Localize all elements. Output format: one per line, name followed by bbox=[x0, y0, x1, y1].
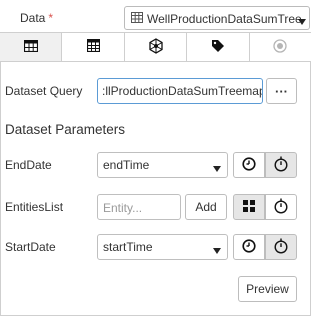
start-date-variable-button[interactable] bbox=[265, 234, 297, 260]
calculator-icon bbox=[86, 38, 100, 55]
dataset-parameters-heading: Dataset Parameters bbox=[5, 122, 126, 137]
tag-icon bbox=[211, 39, 225, 56]
clock-icon bbox=[242, 238, 256, 256]
stopwatch-icon bbox=[274, 156, 288, 175]
caret-down-icon bbox=[298, 14, 306, 28]
end-date-clock-button[interactable] bbox=[233, 152, 265, 178]
record-icon bbox=[273, 38, 287, 56]
query-more-button[interactable]: ··· bbox=[266, 78, 297, 104]
end-date-variable-button[interactable] bbox=[265, 152, 297, 178]
clock-icon bbox=[242, 156, 256, 174]
start-date-clock-button[interactable] bbox=[233, 234, 265, 260]
tab-network[interactable] bbox=[125, 33, 188, 61]
data-label: Data * bbox=[20, 11, 53, 25]
tab-tags[interactable] bbox=[187, 33, 250, 61]
tab-bar bbox=[0, 32, 311, 62]
dataset-query-input[interactable]: :llProductionDataSumTreemap bbox=[97, 78, 263, 104]
preview-button[interactable]: Preview bbox=[238, 276, 297, 302]
table-icon bbox=[131, 12, 143, 26]
caret-down-icon bbox=[213, 243, 221, 257]
grid-icon bbox=[243, 199, 255, 215]
start-date-value: startTime bbox=[103, 240, 153, 254]
dataset-select[interactable]: WellProductionDataSumTreemap bbox=[124, 6, 310, 30]
start-date-select[interactable]: startTime bbox=[97, 234, 228, 260]
required-mark: * bbox=[48, 11, 54, 25]
dataset-query-label: Dataset Query bbox=[5, 84, 83, 98]
tab-calculated[interactable] bbox=[62, 33, 125, 61]
entity-input-placeholder: Entity... bbox=[103, 201, 143, 215]
end-date-label: EndDate bbox=[5, 158, 52, 172]
end-date-select[interactable]: endTime bbox=[97, 152, 228, 178]
stopwatch-icon bbox=[274, 198, 288, 217]
entities-variable-button[interactable] bbox=[265, 194, 297, 220]
entity-input[interactable]: Entity... bbox=[97, 194, 181, 220]
network-icon bbox=[148, 37, 164, 57]
caret-down-icon bbox=[213, 161, 221, 175]
start-date-label: StartDate bbox=[5, 240, 56, 254]
add-entity-button[interactable]: Add bbox=[185, 194, 227, 220]
table-icon bbox=[23, 39, 38, 55]
entities-list-label: EntitiesList bbox=[5, 200, 64, 214]
stopwatch-icon bbox=[274, 238, 288, 257]
end-date-value: endTime bbox=[103, 158, 150, 172]
tab-record[interactable] bbox=[250, 33, 311, 61]
tab-data-table[interactable] bbox=[0, 33, 63, 61]
entities-grid-button[interactable] bbox=[233, 194, 265, 220]
data-label-text: Data bbox=[20, 11, 46, 25]
dataset-select-value: WellProductionDataSumTreemap bbox=[147, 12, 301, 26]
